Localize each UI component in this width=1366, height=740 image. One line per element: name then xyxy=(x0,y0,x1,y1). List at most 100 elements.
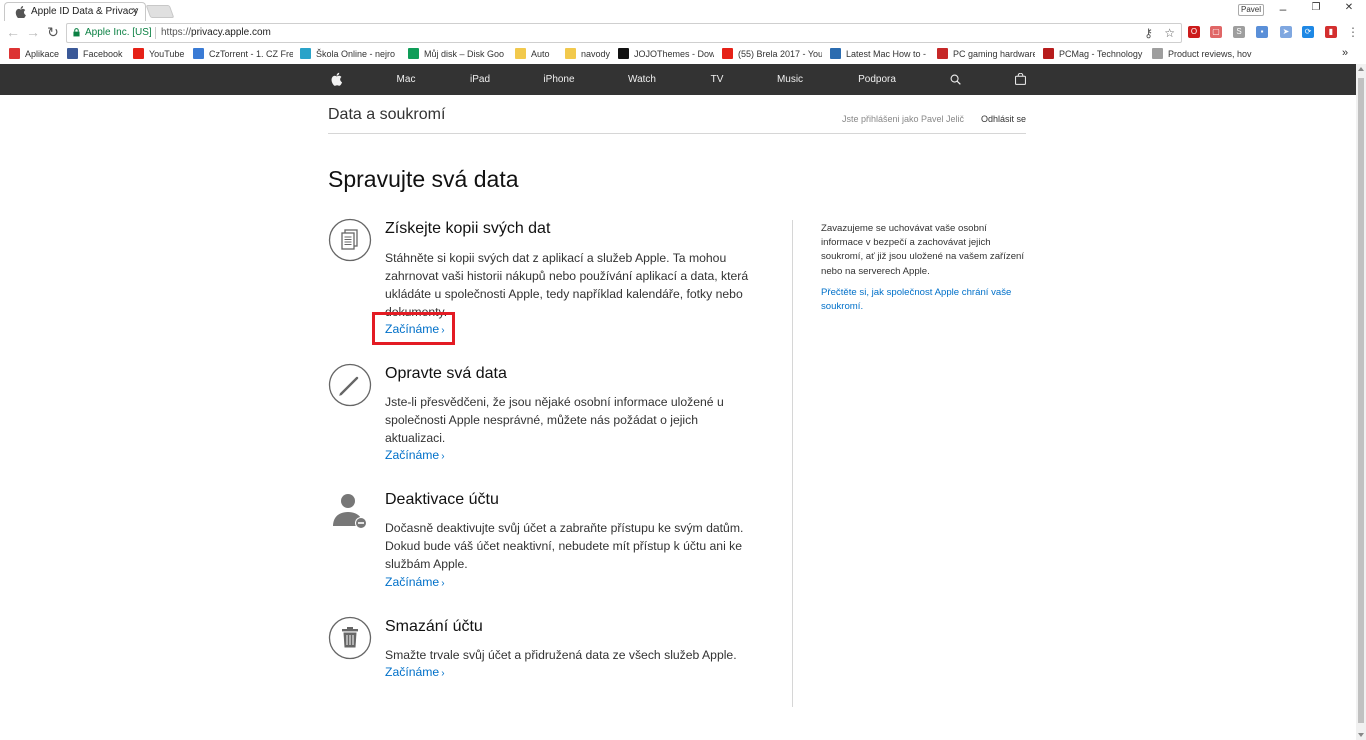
key-icon[interactable]: ⚷ xyxy=(1144,26,1153,40)
menu-icon[interactable]: ⋮ xyxy=(1347,26,1359,38)
bookmark-item[interactable]: Škola Online - nejro xyxy=(300,48,400,61)
minimize-icon[interactable]: – xyxy=(1273,2,1293,16)
bookmark-label: (55) Brela 2017 - You xyxy=(738,49,822,59)
drive-icon xyxy=(408,48,419,59)
bookmark-item[interactable]: Latest Mac How to - xyxy=(830,48,930,61)
bookmark-label: navody xyxy=(581,49,611,59)
bookmark-label: PCMag - Technology xyxy=(1059,49,1143,59)
bookmark-label: Aplikace xyxy=(25,49,60,59)
apple-favicon-icon xyxy=(15,6,26,18)
ext-arrow-icon[interactable]: ➤ xyxy=(1280,26,1292,38)
new-tab-button[interactable] xyxy=(145,5,175,18)
nav-tv[interactable]: TV xyxy=(700,64,734,95)
bookmarks-bar: » Aplikace Facebook YouTube CzTorrent - 1. … xyxy=(0,45,1366,64)
bookmark-item[interactable]: JOJOThemes - Down xyxy=(618,48,714,61)
lock-icon xyxy=(73,28,80,37)
correct-data-start-link[interactable]: Začínáme › xyxy=(385,448,445,462)
pdf-icon[interactable]: ▢ xyxy=(1210,26,1222,38)
delete-account-start-link[interactable]: Začínáme › xyxy=(385,665,445,679)
scroll-up-icon[interactable] xyxy=(1358,67,1364,71)
chevron-right-icon: › xyxy=(441,668,445,679)
localnav-title: Data a soukromí xyxy=(328,106,446,123)
sidebar-divider xyxy=(792,220,793,707)
chevron-right-icon: › xyxy=(441,451,445,462)
nav-mac[interactable]: Mac xyxy=(386,64,426,95)
jojo-icon xyxy=(618,48,629,59)
pencil-icon xyxy=(328,363,372,407)
bookmark-label: Auto xyxy=(531,49,550,59)
ext-s-icon[interactable]: S xyxy=(1233,26,1245,38)
bookmark-item[interactable]: Aplikace xyxy=(9,48,61,61)
page-scrollbar[interactable] xyxy=(1356,64,1366,740)
apple-logo-icon[interactable] xyxy=(331,72,342,86)
localnav-divider xyxy=(328,133,1026,134)
trash-icon xyxy=(328,616,372,660)
nav-ipad[interactable]: iPad xyxy=(460,64,500,95)
bookmark-item[interactable]: YouTube xyxy=(133,48,189,61)
pcgamer-icon xyxy=(937,48,948,59)
link-label: Začínáme xyxy=(385,575,440,589)
restore-icon[interactable]: ❐ xyxy=(1306,2,1326,13)
bookmark-item[interactable]: (55) Brela 2017 - You xyxy=(722,48,822,61)
scroll-down-icon[interactable] xyxy=(1358,733,1364,737)
bookmark-item[interactable]: PCMag - Technology xyxy=(1043,48,1145,61)
bookmark-label: Product reviews, hov xyxy=(1168,49,1252,59)
reload-icon[interactable]: ↻ xyxy=(46,24,60,40)
page-title: Spravujte svá data xyxy=(328,166,519,192)
folder-icon xyxy=(515,48,526,59)
nav-iphone[interactable]: iPhone xyxy=(536,64,582,95)
ext-circle-icon[interactable]: ⟳ xyxy=(1302,26,1314,38)
search-icon[interactable] xyxy=(950,74,961,85)
scrollbar-thumb[interactable] xyxy=(1358,78,1364,723)
nav-music[interactable]: Music xyxy=(768,64,812,95)
browser-tabstrip: Apple ID Data & Privacy × Pavel – ❐ ✕ xyxy=(0,0,1366,21)
link-label: Začínáme xyxy=(385,665,440,679)
deactivate-start-link[interactable]: Začínáme › xyxy=(385,575,445,589)
apps-icon xyxy=(9,48,20,59)
address-bar[interactable]: Apple Inc. [US] https://privacy.apple.co… xyxy=(66,23,1182,43)
tab-title: Apple ID Data & Privacy xyxy=(31,6,139,17)
omnibox-icons: ⚷ ☆ xyxy=(1144,24,1175,42)
ext-red-icon[interactable]: ▮ xyxy=(1325,26,1337,38)
back-icon[interactable]: ← xyxy=(6,24,20,40)
section-body: Smažte trvale svůj účet a přidružená dat… xyxy=(385,648,737,662)
page-icon xyxy=(1152,48,1163,59)
privacy-info-link[interactable]: Přečtěte si, jak společnost Apple chrání… xyxy=(821,286,1031,314)
profile-button[interactable]: Pavel xyxy=(1238,4,1265,16)
highlight-annotation xyxy=(372,312,455,345)
section-heading: Deaktivace účtu xyxy=(385,491,499,508)
bag-icon[interactable] xyxy=(1015,73,1026,85)
url-host: privacy.apple.com xyxy=(191,27,271,38)
bookmark-item[interactable]: CzTorrent - 1. CZ Fre xyxy=(193,48,293,61)
bookmark-item[interactable]: Facebook xyxy=(67,48,125,61)
bookmark-item[interactable]: navody xyxy=(565,48,611,61)
forward-icon[interactable]: → xyxy=(26,24,40,40)
bookmark-item[interactable]: Auto xyxy=(515,48,557,61)
logout-link[interactable]: Odhlásit se xyxy=(981,114,1026,124)
section-body: Stáhněte si kopii svých dat z aplikací a… xyxy=(385,251,749,319)
bookmark-label: Facebook xyxy=(83,49,123,59)
nav-podpora[interactable]: Podpora xyxy=(850,64,904,95)
bookmark-item[interactable]: PC gaming hardware xyxy=(937,48,1035,61)
browser-tab[interactable]: Apple ID Data & Privacy × xyxy=(4,2,146,21)
opera-icon[interactable]: O xyxy=(1188,26,1200,38)
bookmarks-overflow-icon[interactable]: » xyxy=(1342,47,1348,60)
cztorrent-icon xyxy=(193,48,204,59)
close-window-icon[interactable]: ✕ xyxy=(1339,2,1359,13)
chevron-right-icon: › xyxy=(441,578,445,589)
ext-blue-icon[interactable]: ▪ xyxy=(1256,26,1268,38)
section-body: Jste-li přesvědčeni, že jsou nějaké osob… xyxy=(385,395,724,445)
url-text: https://privacy.apple.com xyxy=(161,24,271,42)
site-identity: Apple Inc. [US] xyxy=(85,27,152,38)
bookmark-item[interactable]: Můj disk – Disk Goo xyxy=(408,48,508,61)
bookmark-label: JOJOThemes - Down xyxy=(634,49,714,59)
section-heading: Získejte kopii svých dat xyxy=(385,220,551,237)
url-scheme: https:// xyxy=(161,27,192,38)
bookmark-label: Škola Online - nejro xyxy=(316,49,396,59)
nav-watch[interactable]: Watch xyxy=(620,64,664,95)
bookmark-label: YouTube xyxy=(149,49,185,59)
youtube-icon xyxy=(722,48,733,59)
bookmark-item[interactable]: Product reviews, hov xyxy=(1152,48,1262,61)
tab-close-icon[interactable]: × xyxy=(132,5,138,17)
star-icon[interactable]: ☆ xyxy=(1164,26,1175,40)
